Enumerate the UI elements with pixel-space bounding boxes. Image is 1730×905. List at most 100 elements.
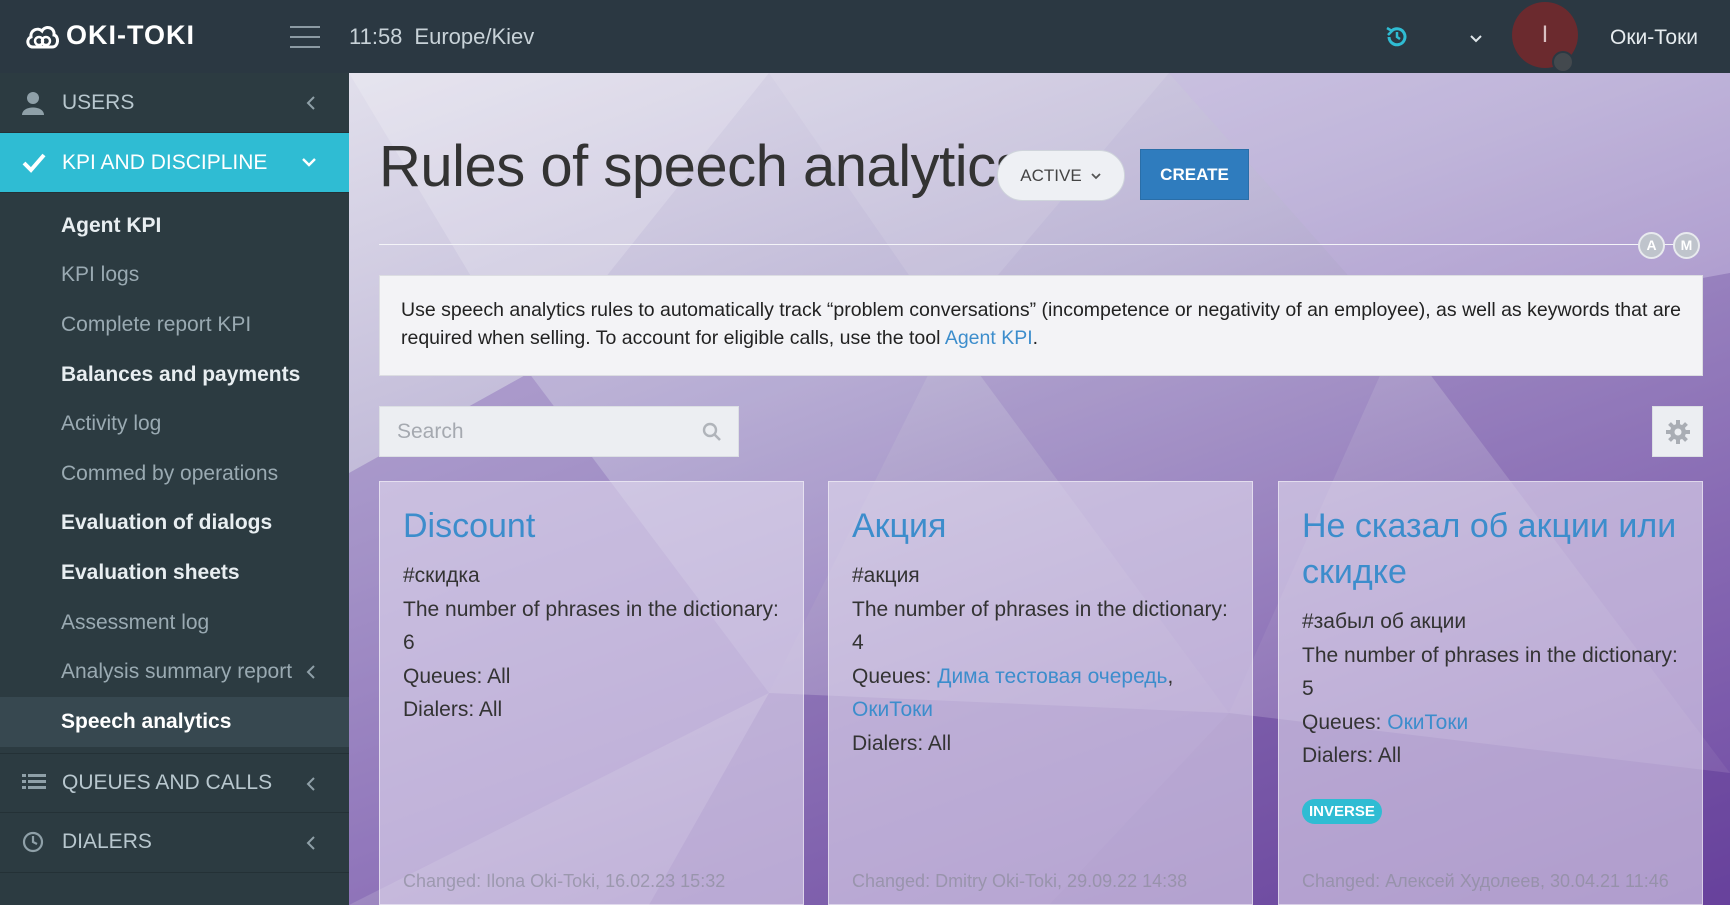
chevron-down-icon bbox=[1091, 172, 1101, 179]
badge-a[interactable]: A bbox=[1638, 232, 1665, 259]
sidebar-item-assessment-log[interactable]: Assessment log bbox=[0, 598, 349, 648]
sidebar-item-label: DIALERS bbox=[62, 830, 152, 854]
sidebar-item-balances[interactable]: Balances and payments bbox=[0, 350, 349, 400]
card-title[interactable]: Не сказал об акции или скидке bbox=[1302, 503, 1679, 595]
page-title: Rules of speech analytics bbox=[379, 134, 1025, 199]
chevron-left-icon bbox=[306, 776, 315, 791]
sidebar-item-evaluation-sheets[interactable]: Evaluation sheets bbox=[0, 548, 349, 598]
sidebar-item-label: QUEUES AND CALLS bbox=[62, 770, 273, 794]
chevron-down-icon bbox=[302, 158, 316, 167]
card-phrases: The number of phrases in the dictionary:… bbox=[852, 597, 1228, 655]
card-title[interactable]: Discount bbox=[403, 503, 780, 549]
sidebar-item-queues[interactable]: QUEUES AND CALLS bbox=[0, 752, 349, 813]
status-filter-button[interactable]: ACTIVE bbox=[997, 150, 1125, 201]
history-icon[interactable] bbox=[1384, 24, 1410, 55]
card-changed: Changed: Ilona Oki-Toki, 16.02.23 15:32 bbox=[403, 871, 726, 891]
queue-separator: , bbox=[1167, 664, 1174, 688]
chevron-left-icon bbox=[306, 665, 315, 680]
card-queues: Queues: ОкиТоки bbox=[1302, 706, 1679, 740]
status-filter-label: ACTIVE bbox=[1020, 165, 1082, 185]
card-title[interactable]: Акция bbox=[852, 503, 1229, 549]
info-box: Use speech analytics rules to automatica… bbox=[379, 275, 1703, 376]
sidebar-item-analysis-summary[interactable]: Analysis summary report bbox=[0, 647, 349, 697]
gear-icon bbox=[1665, 419, 1690, 444]
list-icon bbox=[22, 773, 46, 789]
info-text: Use speech analytics rules to automatica… bbox=[401, 299, 1682, 349]
sidebar-item-agent-kpi[interactable]: Agent KPI bbox=[0, 201, 349, 251]
card-queues-label: Queues: bbox=[403, 664, 488, 688]
sidebar-item-label: Commed by operations bbox=[61, 461, 279, 485]
sidebar-item-complete-report[interactable]: Complete report KPI bbox=[0, 300, 349, 350]
rule-card-akciya[interactable]: Акция #акция The number of phrases in th… bbox=[828, 481, 1253, 905]
timezone: Europe/Kiev bbox=[414, 24, 535, 49]
user-name[interactable]: Оки-Токи bbox=[1610, 26, 1698, 50]
sidebar-item-kpi[interactable]: KPI AND DISCIPLINE bbox=[0, 133, 349, 193]
sidebar-item-label: Evaluation sheets bbox=[61, 560, 240, 584]
user-icon bbox=[22, 92, 44, 115]
card-queues: Queues: All bbox=[403, 660, 780, 694]
menu-toggle-icon[interactable] bbox=[290, 26, 320, 48]
rule-card-discount[interactable]: Discount #скидка The number of phrases i… bbox=[379, 481, 804, 905]
card-tag: #забыл об акции bbox=[1302, 610, 1467, 633]
create-button[interactable]: CREATE bbox=[1140, 149, 1249, 200]
badge-m[interactable]: M bbox=[1673, 232, 1700, 259]
queue-link[interactable]: ОкиТоки bbox=[1387, 711, 1468, 734]
main-content: Rules of speech analytics ACTIVE CREATE … bbox=[349, 73, 1730, 905]
sidebar-item-label: KPI AND DISCIPLINE bbox=[62, 150, 268, 174]
card-phrases: The number of phrases in the dictionary:… bbox=[403, 597, 779, 655]
sidebar-item-label: Agent KPI bbox=[61, 213, 162, 237]
sidebar-item-label: Complete report KPI bbox=[61, 312, 252, 336]
card-phrases: The number of phrases in the dictionary:… bbox=[1302, 643, 1678, 701]
info-text-end: . bbox=[1032, 326, 1039, 349]
card-queues: Queues: Дима тестовая очередь, ОкиТоки bbox=[852, 660, 1229, 727]
queue-link[interactable]: ОкиТоки bbox=[852, 698, 933, 721]
sidebar-item-label: Evaluation of dialogs bbox=[61, 511, 273, 535]
sidebar: USERS KPI AND DISCIPLINE Agent KPI KPI l… bbox=[0, 73, 349, 905]
card-changed: Changed: Dmitry Oki-Toki, 29.09.22 14:38 bbox=[852, 871, 1188, 891]
card-queues-label: Queues: bbox=[852, 664, 938, 688]
sidebar-item-label: USERS bbox=[62, 90, 135, 114]
sidebar-item-label: KPI logs bbox=[61, 263, 140, 287]
sidebar-item-commed[interactable]: Commed by operations bbox=[0, 449, 349, 499]
chevron-down-icon[interactable] bbox=[1468, 30, 1484, 51]
sidebar-item-label: Speech analytics bbox=[61, 709, 232, 733]
card-changed: Changed: Алексей Худолеев, 30.04.21 11:4… bbox=[1302, 871, 1669, 891]
status-dot bbox=[1552, 51, 1574, 73]
current-time: 11:58 bbox=[349, 24, 403, 49]
chevron-left-icon bbox=[306, 835, 315, 850]
kpi-submenu: Agent KPI KPI logs Complete report KPI B… bbox=[0, 193, 349, 753]
logo-text: OKI-TOKI bbox=[66, 20, 195, 50]
card-queues-value: All bbox=[487, 664, 511, 688]
cloud-logo-icon bbox=[26, 25, 59, 48]
card-dialers: Dialers: All bbox=[403, 698, 503, 721]
queue-link[interactable]: Дима тестовая очередь bbox=[937, 665, 1167, 688]
search-box bbox=[379, 406, 739, 457]
divider bbox=[379, 244, 1679, 245]
settings-button[interactable] bbox=[1652, 406, 1703, 457]
inverse-badge: INVERSE bbox=[1302, 798, 1382, 824]
card-queues-label: Queues: bbox=[1302, 710, 1388, 734]
sidebar-item-evaluation-dialogs[interactable]: Evaluation of dialogs bbox=[0, 499, 349, 549]
clock-icon bbox=[22, 831, 44, 852]
sidebar-item-dialers[interactable]: DIALERS bbox=[0, 813, 349, 873]
card-tag: #акция bbox=[852, 564, 920, 587]
chevron-left-icon bbox=[306, 96, 315, 110]
sidebar-item-label: Analysis summary report bbox=[61, 660, 293, 684]
sidebar-item-label: Activity log bbox=[61, 412, 162, 436]
search-icon[interactable] bbox=[702, 422, 722, 442]
sidebar-item-activity-log[interactable]: Activity log bbox=[0, 399, 349, 449]
top-bar: OKI-TOKI 11:58 Europe/Kiev I Оки-Токи bbox=[0, 0, 1730, 73]
sidebar-item-label: Balances and payments bbox=[61, 362, 301, 386]
clock: 11:58 Europe/Kiev bbox=[349, 24, 546, 50]
sidebar-item-kpi-logs[interactable]: KPI logs bbox=[0, 251, 349, 301]
search-input[interactable] bbox=[380, 407, 680, 456]
rule-card-forgot-promo[interactable]: Не сказал об акции или скидке #забыл об … bbox=[1278, 481, 1703, 905]
sidebar-item-speech-analytics[interactable]: Speech analytics bbox=[0, 696, 349, 747]
logo[interactable]: OKI-TOKI bbox=[24, 20, 195, 51]
sidebar-item-label: Assessment log bbox=[61, 610, 210, 634]
card-tag: #скидка bbox=[403, 564, 480, 587]
sidebar-item-users[interactable]: USERS bbox=[0, 73, 349, 133]
check-icon bbox=[22, 153, 46, 173]
agent-kpi-link[interactable]: Agent KPI bbox=[945, 327, 1033, 349]
card-dialers: Dialers: All bbox=[852, 731, 952, 755]
